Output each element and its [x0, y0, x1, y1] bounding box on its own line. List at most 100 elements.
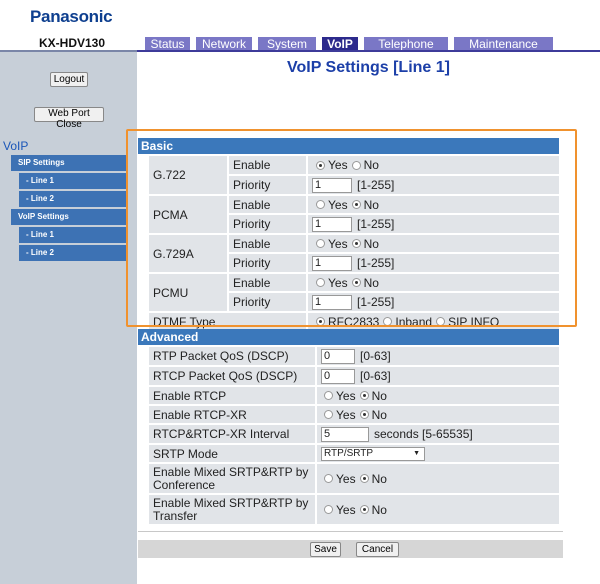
yes-label: Yes	[328, 236, 348, 251]
no-label: No	[371, 407, 387, 422]
pcma-priority-label: Priority	[229, 215, 306, 233]
sidebar-item-voip-line-1[interactable]: - Line 1	[19, 227, 126, 243]
tab-voip[interactable]: VoIP	[322, 37, 358, 51]
pcma-enable-yes-radio[interactable]	[316, 200, 325, 209]
codec-name-pcma: PCMA	[149, 196, 227, 233]
pcma-enable-options: Yes No	[308, 196, 559, 213]
g722-enable-yes-radio[interactable]	[316, 160, 325, 170]
rtcp-qos-field: 0 [0-63]	[317, 367, 559, 385]
rtp-qos-input[interactable]: 0	[321, 348, 355, 364]
g722-enable-options: Yes No	[308, 156, 559, 174]
advanced-section-header: Advanced	[138, 329, 559, 345]
tab-status[interactable]: Status	[145, 37, 190, 51]
dtmf-type-options: RFC2833 Inband SIP INFO	[308, 313, 559, 330]
dtmf-inband-radio[interactable]	[383, 317, 393, 326]
srtp-mode-field: RTP/SRTP ▼	[317, 445, 559, 462]
priority-range: [1-255]	[357, 295, 395, 309]
rtp-qos-label: RTP Packet QoS (DSCP)	[149, 347, 315, 365]
yes-label: Yes	[328, 275, 348, 290]
sidebar-section-title: VoIP	[3, 139, 29, 153]
save-button[interactable]: Save	[310, 542, 341, 557]
g729a-enable-no-radio[interactable]	[351, 239, 361, 248]
mixed-conference-yes-radio[interactable]	[324, 474, 333, 483]
codec-name-pcmu: PCMU	[149, 274, 227, 311]
web-port-close-button[interactable]: Web Port Close	[34, 107, 104, 130]
g729a-priority-field: 1 [1-255]	[308, 254, 559, 272]
enable-rtcp-xr-no-radio[interactable]	[359, 410, 369, 419]
no-label: No	[371, 502, 387, 517]
mixed-conference-no-radio[interactable]	[359, 474, 369, 483]
tab-network[interactable]: Network	[196, 37, 252, 51]
tabbar-divider	[137, 50, 600, 52]
yes-label: Yes	[336, 502, 356, 517]
g729a-priority-input[interactable]: 1	[312, 255, 352, 271]
enable-rtcp-yes-radio[interactable]	[324, 391, 333, 400]
sidebar-item-sip-line-2[interactable]: - Line 2	[19, 191, 126, 207]
pcmu-enable-options: Yes No	[308, 274, 559, 291]
pcma-priority-input[interactable]: 1	[312, 216, 352, 232]
g722-priority-input[interactable]: 1	[312, 177, 352, 193]
srtp-mode-select[interactable]: RTP/SRTP ▼	[321, 446, 425, 461]
rtcp-interval-range: seconds [5-65535]	[374, 427, 473, 441]
pcmu-priority-input[interactable]: 1	[312, 294, 352, 310]
tab-maintenance[interactable]: Maintenance	[454, 37, 553, 51]
mixed-transfer-no-radio[interactable]	[359, 505, 369, 514]
dtmf-type-label: DTMF Type	[149, 313, 306, 330]
rtcp-interval-label: RTCP&RTCP-XR Interval	[149, 425, 315, 443]
page-title: VoIP Settings [Line 1]	[287, 59, 450, 76]
no-label: No	[363, 236, 379, 251]
mixed-transfer-label: Enable Mixed SRTP&RTP by Transfer	[149, 495, 315, 524]
enable-rtcp-xr-yes-radio[interactable]	[324, 410, 333, 419]
rtp-qos-field: 0 [0-63]	[317, 347, 559, 365]
enable-rtcp-xr-options: Yes No	[317, 406, 559, 423]
g729a-enable-yes-radio[interactable]	[316, 239, 325, 248]
pcma-priority-field: 1 [1-255]	[308, 215, 559, 233]
advanced-settings-table: RTP Packet QoS (DSCP) 0 [0-63] RTCP Packe…	[138, 346, 559, 524]
rtcp-qos-label: RTCP Packet QoS (DSCP)	[149, 367, 315, 385]
sidebar-item-voip-line-2[interactable]: - Line 2	[19, 245, 126, 261]
rtcp-interval-input[interactable]: 5	[321, 426, 369, 442]
no-label: No	[363, 275, 379, 290]
sidebar-item-voip-settings[interactable]: VoIP Settings	[11, 209, 126, 225]
priority-range: [1-255]	[357, 256, 395, 270]
logout-button[interactable]: Logout	[50, 72, 88, 87]
rtcp-qos-range: [0-63]	[360, 369, 391, 383]
sidebar: Logout Web Port Close	[0, 52, 137, 584]
g722-priority-label: Priority	[229, 176, 306, 194]
g722-enable-no-radio[interactable]	[351, 160, 361, 170]
srtp-mode-value: RTP/SRTP	[324, 447, 374, 459]
sidebar-item-sip-settings[interactable]: SIP Settings	[11, 155, 126, 171]
cancel-button[interactable]: Cancel	[356, 542, 399, 557]
pcmu-enable-yes-radio[interactable]	[316, 278, 325, 287]
enable-rtcp-xr-label: Enable RTCP-XR	[149, 406, 315, 423]
tab-system[interactable]: System	[258, 37, 316, 51]
pcma-enable-label: Enable	[229, 196, 306, 213]
tab-telephone[interactable]: Telephone	[364, 37, 448, 51]
dtmf-sip-info-label: SIP INFO	[448, 314, 500, 329]
priority-range: [1-255]	[357, 217, 395, 231]
dropdown-arrow-icon: ▼	[413, 449, 420, 457]
enable-rtcp-label: Enable RTCP	[149, 387, 315, 404]
codec-name-g729a: G.729A	[149, 235, 227, 272]
main-nav-tabs: Status Network System VoIP Telephone Mai…	[145, 37, 553, 51]
pcmu-enable-label: Enable	[229, 274, 306, 291]
sidebar-item-sip-line-1[interactable]: - Line 1	[19, 173, 126, 189]
basic-settings-table: G.722 Enable Yes No Priority 1 [1-255] PC…	[138, 155, 559, 330]
enable-rtcp-no-radio[interactable]	[359, 391, 369, 400]
model-name: KX-HDV130	[39, 36, 106, 50]
dtmf-rfc2833-radio[interactable]	[316, 317, 325, 326]
pcma-enable-no-radio[interactable]	[351, 200, 361, 209]
no-label: No	[371, 388, 387, 403]
codec-name-g722: G.722	[149, 156, 227, 194]
g729a-priority-label: Priority	[229, 254, 306, 272]
mixed-transfer-yes-radio[interactable]	[324, 505, 333, 514]
footer-divider	[138, 531, 563, 532]
pcmu-enable-no-radio[interactable]	[351, 278, 361, 287]
dtmf-sip-info-radio[interactable]	[436, 317, 446, 326]
yes-label: Yes	[336, 388, 356, 403]
yes-label: Yes	[328, 197, 348, 212]
rtcp-qos-input[interactable]: 0	[321, 368, 355, 384]
panasonic-logo: Panasonic	[30, 7, 113, 26]
yes-label: Yes	[336, 407, 356, 422]
yes-label: Yes	[336, 471, 356, 486]
